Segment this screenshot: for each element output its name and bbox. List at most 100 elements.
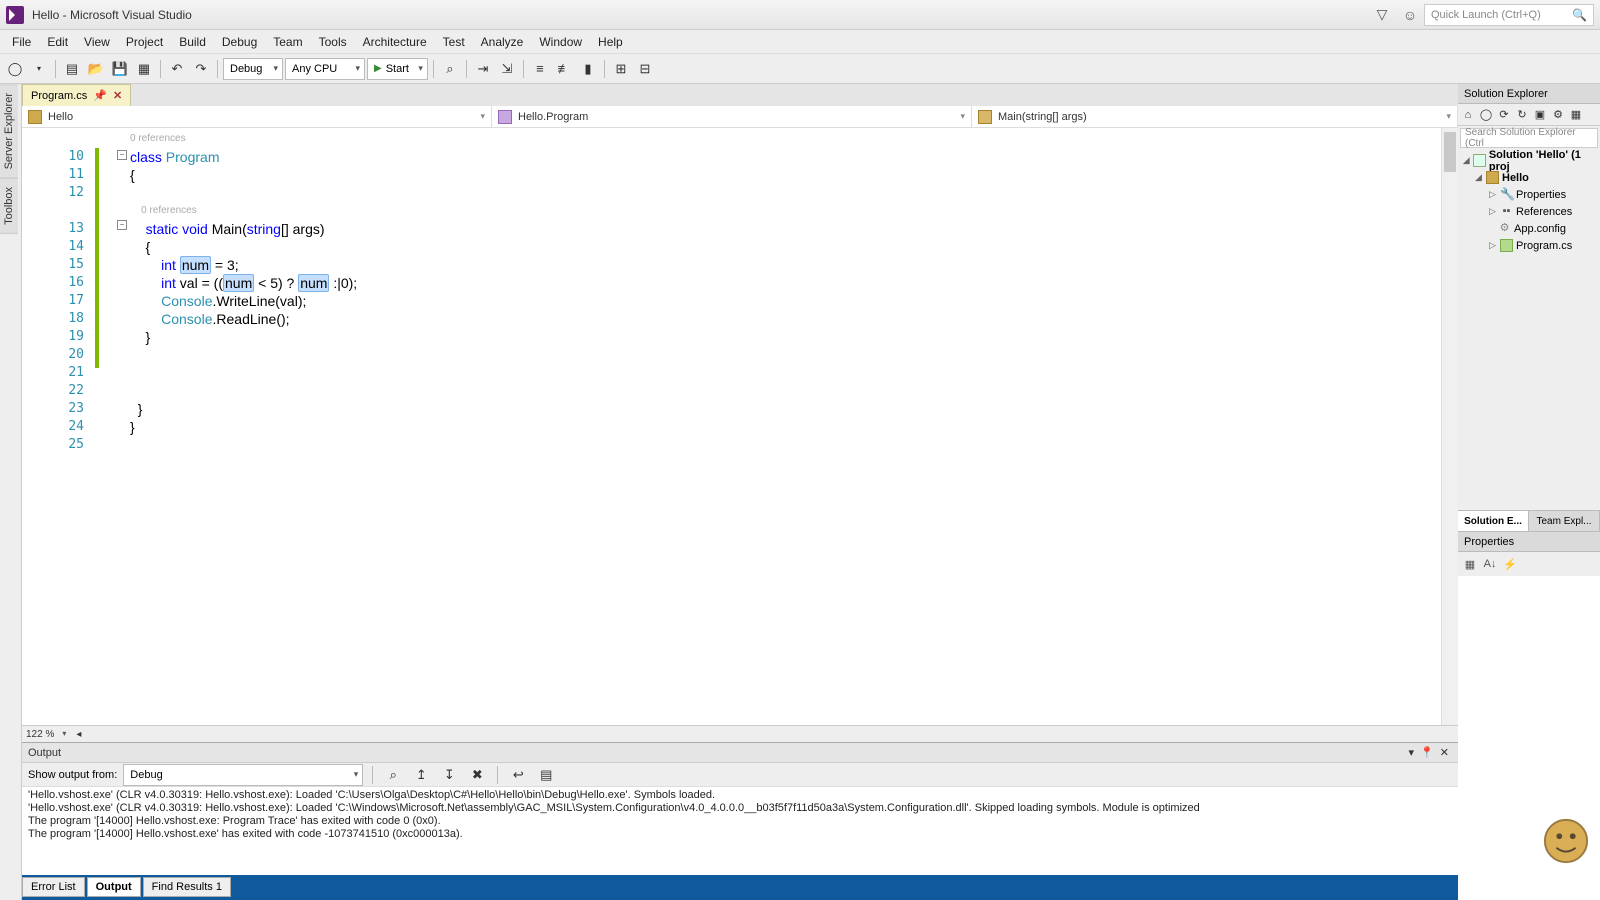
start-debug-button[interactable]: Start [367, 58, 428, 80]
bottom-tab-find-results-1[interactable]: Find Results 1 [143, 877, 231, 897]
open-file-icon[interactable]: 📂 [85, 58, 107, 80]
undo-icon[interactable]: ↶ [166, 58, 188, 80]
solution-explorer-title[interactable]: Solution Explorer [1458, 84, 1600, 104]
show-all-icon[interactable]: ▦ [1568, 107, 1584, 123]
save-all-icon[interactable]: ▦ [133, 58, 155, 80]
save-icon[interactable]: 💾 [109, 58, 131, 80]
nav-project-dropdown[interactable]: Hello [22, 106, 492, 127]
back-icon[interactable]: ◯ [1478, 107, 1494, 123]
code-text-area[interactable]: 0 referencesclass Program{ 0 references … [130, 128, 1441, 725]
solution-node[interactable]: ◢ Solution 'Hello' (1 proj [1460, 152, 1598, 169]
solution-config-dropdown[interactable]: Debug [223, 58, 283, 80]
home-icon[interactable]: ⌂ [1460, 107, 1476, 123]
new-project-icon[interactable]: ▤ [61, 58, 83, 80]
watermark-logo-icon [1542, 817, 1590, 865]
class-icon [498, 110, 512, 124]
collapse-icon[interactable]: ▣ [1532, 107, 1548, 123]
title-bar: Hello - Microsoft Visual Studio ▽ ☺ Quic… [0, 0, 1600, 30]
right-tool-column: Solution Explorer ⌂ ◯ ⟳ ↻ ▣ ⚙ ▦ Search S… [1458, 84, 1600, 900]
output-panel-title-bar[interactable]: Output ▾ 📍 ✕ [22, 743, 1458, 763]
menu-edit[interactable]: Edit [39, 32, 76, 52]
close-icon[interactable]: ✕ [1440, 746, 1449, 759]
solution-search-input[interactable]: Search Solution Explorer (Ctrl [1460, 128, 1598, 148]
appconfig-node[interactable]: ⚙ App.config [1460, 220, 1598, 237]
references-node[interactable]: ▷ ▪▪ References [1460, 203, 1598, 220]
nav-fwd-button[interactable]: ▾ [28, 58, 50, 80]
server-explorer-tab[interactable]: Server Explorer [0, 84, 18, 178]
left-tool-rail: Server Explorer Toolbox [0, 84, 22, 900]
events-icon[interactable]: ⚡ [1502, 556, 1518, 572]
expand-icon[interactable]: ▷ [1488, 240, 1497, 251]
menu-debug[interactable]: Debug [214, 32, 265, 52]
word-wrap-icon[interactable]: ↩ [507, 764, 529, 786]
toggle-icon[interactable]: ▤ [535, 764, 557, 786]
properties-icon[interactable]: ⚙ [1550, 107, 1566, 123]
nav-back-button[interactable]: ◯ [4, 58, 26, 80]
categorized-icon[interactable]: ▦ [1462, 556, 1478, 572]
menu-window[interactable]: Window [531, 32, 590, 52]
line-number-gutter: 10111213141516171819202122232425 [22, 128, 92, 725]
feedback-icon[interactable]: ☺ [1400, 5, 1420, 25]
prev-msg-icon[interactable]: ↥ [410, 764, 432, 786]
expand-icon[interactable]: ▷ [1488, 206, 1497, 217]
solution-tree[interactable]: ◢ Solution 'Hello' (1 proj ◢ Hello ▷ 🔧 P… [1458, 150, 1600, 510]
step-over-icon[interactable]: ⇲ [496, 58, 518, 80]
properties-node[interactable]: ▷ 🔧 Properties [1460, 186, 1598, 203]
menu-tools[interactable]: Tools [311, 32, 355, 52]
programcs-node[interactable]: ▷ Program.cs [1460, 237, 1598, 254]
next-msg-icon[interactable]: ↧ [438, 764, 460, 786]
menu-test[interactable]: Test [435, 32, 473, 52]
outlining-margin[interactable]: − − [116, 128, 130, 725]
properties-panel-title[interactable]: Properties [1458, 532, 1600, 552]
solution-platform-dropdown[interactable]: Any CPU [285, 58, 365, 80]
sync-icon[interactable]: ⟳ [1496, 107, 1512, 123]
bottom-tab-output[interactable]: Output [87, 877, 141, 897]
menu-architecture[interactable]: Architecture [355, 32, 435, 52]
tab-solution-explorer[interactable]: Solution E... [1458, 511, 1529, 531]
expand-icon[interactable]: ◢ [1462, 155, 1470, 166]
autohide-icon[interactable]: ▾ [1409, 746, 1415, 759]
tab-team-explorer[interactable]: Team Expl... [1529, 511, 1600, 531]
pin-icon[interactable]: 📌 [93, 89, 107, 102]
main-toolbar: ◯ ▾ ▤ 📂 💾 ▦ ↶ ↷ Debug Any CPU Start ⌕ ⇥ … [0, 54, 1600, 84]
clear-all-icon[interactable]: ✖ [466, 764, 488, 786]
extra1-icon[interactable]: ⊞ [610, 58, 632, 80]
uncomment-icon[interactable]: ≢ [553, 58, 575, 80]
find-msg-icon[interactable]: ⌕ [382, 764, 404, 786]
bottom-tab-error-list[interactable]: Error List [22, 877, 85, 897]
alphabetical-icon[interactable]: A↓ [1482, 556, 1498, 572]
toolbox-tab[interactable]: Toolbox [0, 178, 18, 234]
nav-member-dropdown[interactable]: Main(string[] args) [972, 106, 1458, 127]
menu-team[interactable]: Team [265, 32, 310, 52]
menu-file[interactable]: File [4, 32, 39, 52]
vertical-scrollbar[interactable] [1441, 128, 1458, 725]
output-toolbar: Show output from: Debug ⌕ ↥ ↧ ✖ ↩ ▤ [22, 763, 1458, 787]
menu-analyze[interactable]: Analyze [473, 32, 532, 52]
zoom-level-dropdown[interactable]: 122 % [26, 729, 68, 740]
expand-icon[interactable]: ▷ [1488, 189, 1497, 200]
quick-launch-input[interactable]: Quick Launch (Ctrl+Q) 🔍 [1424, 4, 1594, 26]
bookmark-icon[interactable]: ▮ [577, 58, 599, 80]
menu-project[interactable]: Project [118, 32, 171, 52]
hscroll-left-icon[interactable]: ◂ [76, 729, 81, 740]
expand-icon[interactable]: ◢ [1474, 172, 1483, 183]
menu-help[interactable]: Help [590, 32, 631, 52]
code-editor[interactable]: 10111213141516171819202122232425 − − 0 r… [22, 128, 1458, 725]
extra2-icon[interactable]: ⊟ [634, 58, 656, 80]
output-text[interactable]: 'Hello.vshost.exe' (CLR v4.0.30319: Hell… [22, 787, 1458, 875]
redo-icon[interactable]: ↷ [190, 58, 212, 80]
close-icon[interactable]: ✕ [113, 89, 122, 102]
find-icon[interactable]: ⌕ [439, 58, 461, 80]
notifications-icon[interactable]: ▽ [1372, 5, 1392, 25]
fold-toggle-icon[interactable]: − [117, 150, 127, 160]
menu-build[interactable]: Build [171, 32, 214, 52]
document-tab-program-cs[interactable]: Program.cs 📌 ✕ [22, 84, 131, 106]
fold-toggle-icon[interactable]: − [117, 220, 127, 230]
refresh-icon[interactable]: ↻ [1514, 107, 1530, 123]
nav-class-dropdown[interactable]: Hello.Program [492, 106, 972, 127]
output-source-dropdown[interactable]: Debug [123, 764, 363, 786]
comment-icon[interactable]: ≡ [529, 58, 551, 80]
pin-icon[interactable]: 📍 [1420, 746, 1434, 759]
step-into-icon[interactable]: ⇥ [472, 58, 494, 80]
menu-view[interactable]: View [76, 32, 118, 52]
